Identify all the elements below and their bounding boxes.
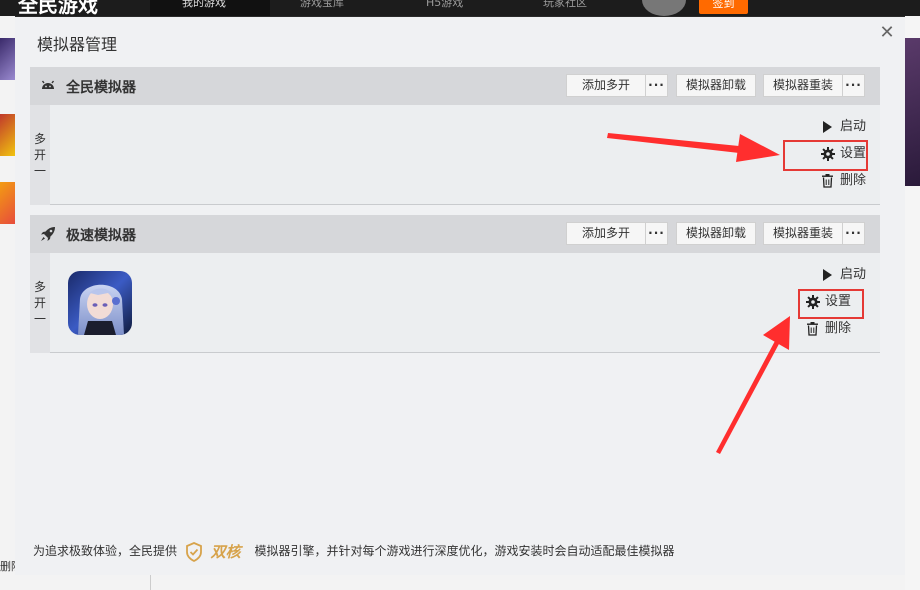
background-left-text: 删除 — [0, 560, 15, 573]
background-tab-h5-games[interactable]: H5游戏 — [426, 0, 496, 16]
background-divider — [150, 575, 151, 590]
background-tab-game-library[interactable]: 游戏宝库 — [300, 0, 380, 16]
footer-prefix: 为追求极致体验，全民提供 — [33, 544, 178, 558]
background-signin-button[interactable]: 签到 — [699, 0, 748, 14]
background-left-panel — [0, 16, 15, 590]
shield-icon — [185, 541, 202, 562]
annotation-arrows — [607, 133, 790, 454]
footer-suffix: 模拟器引擎，并针对每个游戏进行深度优化，游戏安装时会自动适配最佳模拟器 — [254, 544, 675, 558]
annotation-arrow-bottom — [716, 316, 790, 454]
dual-core-brand: 双核 — [210, 542, 241, 561]
background-tab-community[interactable]: 玩家社区 — [543, 0, 623, 16]
background-game-thumb[interactable] — [0, 38, 15, 80]
background-game-thumb[interactable] — [0, 182, 15, 224]
background-tab-my-games[interactable]: 我的游戏 — [150, 0, 270, 16]
background-right-panel — [905, 16, 920, 590]
footer-note: 为追求极致体验，全民提供 双核 模拟器引擎，并针对每个游戏进行深度优化，游戏安装… — [33, 541, 675, 562]
background-logo: 全民游戏 — [18, 0, 98, 16]
background-game-thumb[interactable] — [0, 114, 15, 156]
annotation-arrow-top — [607, 133, 780, 162]
background-banner — [905, 38, 920, 186]
emulator-manager-dialog: 模拟器管理 ✕ 全民模拟器 添加多开 ··· 模拟器卸载 模拟器重装 ··· 多… — [15, 17, 905, 575]
background-bottom-strip — [15, 575, 905, 590]
